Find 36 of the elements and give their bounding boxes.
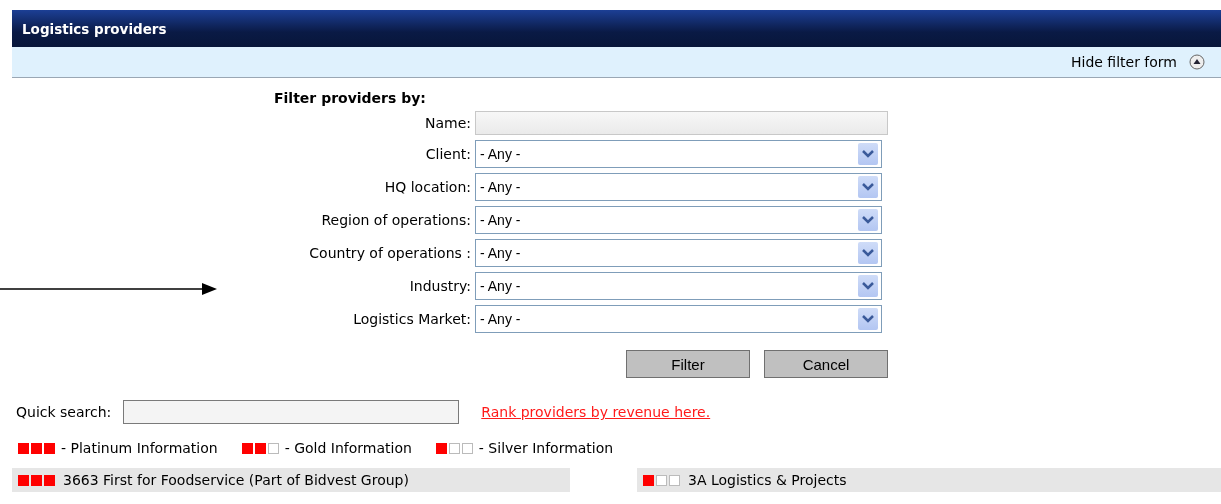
- provider-row[interactable]: 3663 First for Foodservice (Part of Bidvest Group): [12, 468, 570, 492]
- field-label: Country of operations :: [309, 245, 471, 261]
- hide-filter-link[interactable]: Hide filter form: [1070, 54, 1177, 70]
- provider-name[interactable]: 3663 First for Foodservice (Part of Bidvest Group): [63, 472, 409, 488]
- field-label: Region of operations:: [321, 212, 471, 228]
- dropdown-chevron-icon[interactable]: [858, 308, 878, 330]
- collapse-icon[interactable]: [1189, 54, 1205, 70]
- form-button[interactable]: Cancel: [764, 350, 888, 378]
- dropdown[interactable]: - Any -: [475, 272, 882, 300]
- dropdown-chevron-icon[interactable]: [858, 242, 878, 264]
- name-input-field[interactable]: [475, 111, 888, 135]
- legend-label: - Platinum Information: [61, 440, 218, 456]
- dropdown-chevron-icon[interactable]: [858, 176, 878, 198]
- field-label: Name:: [424, 115, 471, 131]
- provider-name[interactable]: 3A Logistics & Projects: [688, 472, 847, 488]
- dropdown[interactable]: - Any -: [475, 140, 882, 168]
- field-label: Logistics Market:: [353, 311, 471, 327]
- field-label: Industry:: [409, 278, 471, 294]
- dropdown[interactable]: - Any -: [475, 206, 882, 234]
- dropdown[interactable]: - Any -: [475, 173, 882, 201]
- dropdown-chevron-icon[interactable]: [858, 275, 878, 297]
- dropdown[interactable]: - Any -: [475, 239, 882, 267]
- form-button[interactable]: Filter: [626, 350, 750, 378]
- legend-label: - Silver Information: [478, 440, 614, 456]
- provider-row[interactable]: 3A Logistics & Projects: [637, 468, 1221, 492]
- field-label: Client:: [425, 146, 471, 162]
- dropdown[interactable]: - Any -: [475, 305, 882, 333]
- panel-title: Logistics providers: [12, 10, 1221, 47]
- field-label: HQ location:: [384, 179, 471, 195]
- filter-heading: Filter providers by:: [273, 90, 427, 106]
- dropdown-chevron-icon[interactable]: [858, 143, 878, 165]
- quick-search-field[interactable]: [123, 400, 460, 424]
- quick-search-label: Quick search:: [16, 404, 112, 420]
- rank-link[interactable]: Rank providers by revenue here.: [481, 404, 711, 420]
- dropdown-chevron-icon[interactable]: [858, 209, 878, 231]
- legend-label: - Gold Information: [284, 440, 412, 456]
